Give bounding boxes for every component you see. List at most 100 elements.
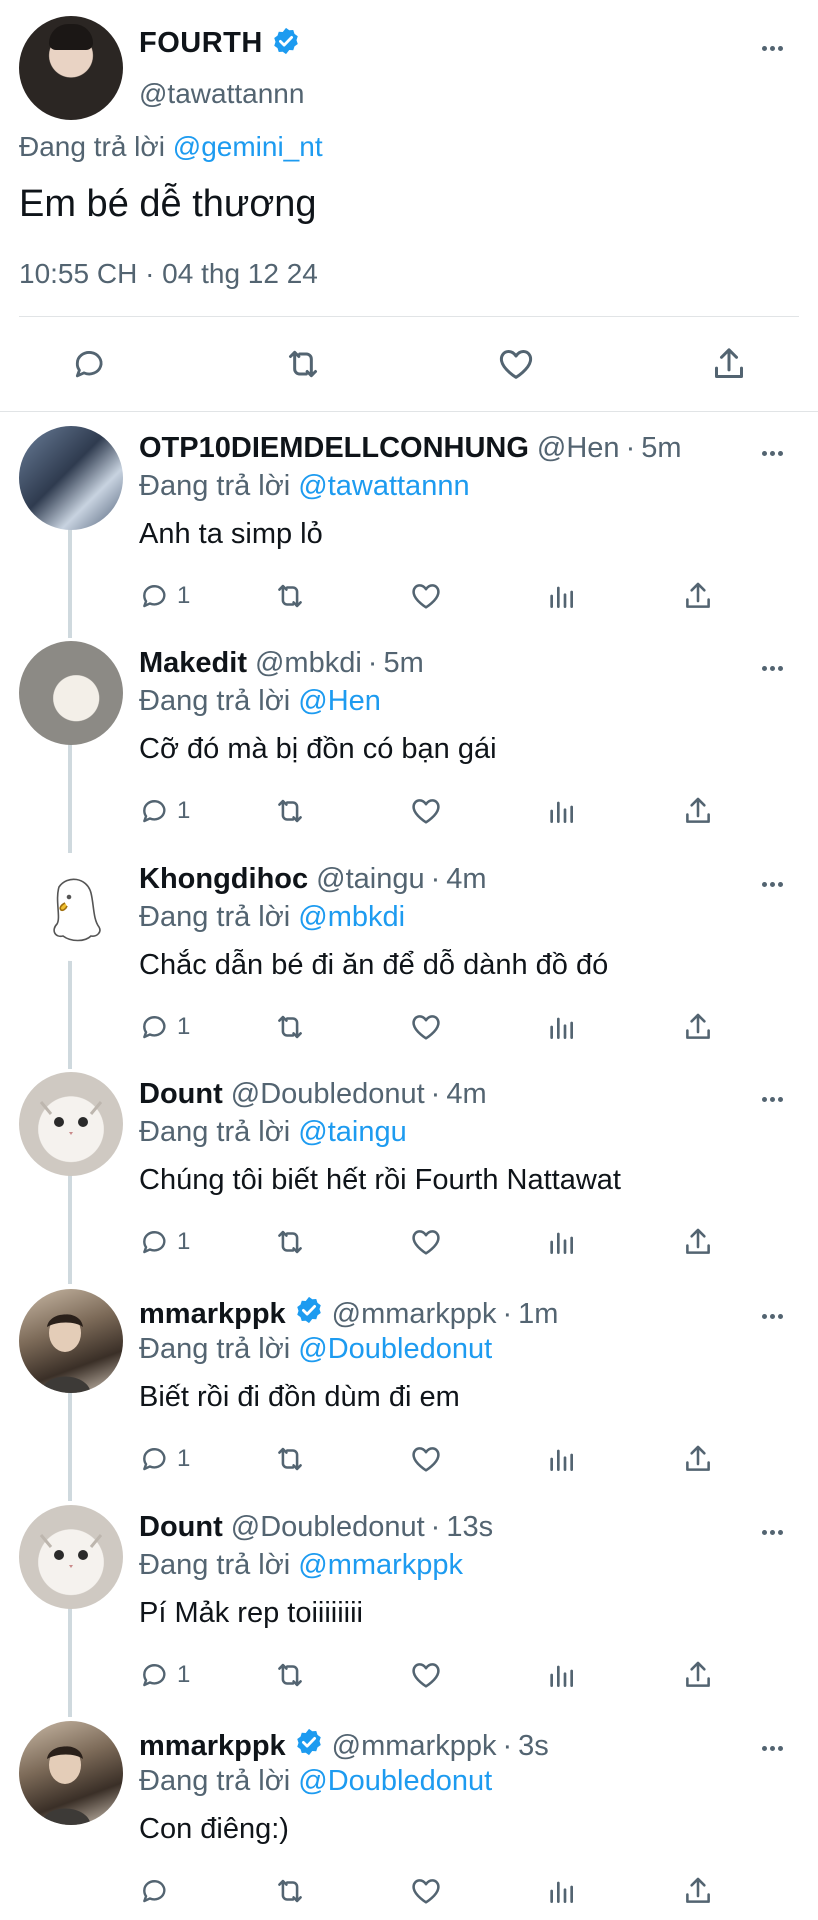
more-options-icon[interactable] [762, 658, 783, 678]
retweet-icon[interactable] [273, 1007, 307, 1047]
reply-actions-bar [139, 1871, 739, 1911]
reply-tweet[interactable]: Khongdihoc @taingu · 4m Đang trả lời @mb… [0, 847, 818, 1069]
reply-button[interactable] [139, 1871, 177, 1911]
replying-to-link[interactable]: @gemini_nt [173, 131, 323, 162]
retweet-icon[interactable] [273, 1655, 307, 1695]
like-icon[interactable] [409, 1007, 443, 1047]
reply-header: Dount @Doubledonut · 4m [139, 1078, 487, 1111]
analytics-icon[interactable] [545, 1871, 577, 1911]
replying-to-link[interactable]: @Hen [298, 685, 381, 717]
like-icon[interactable] [409, 1655, 443, 1695]
reply-button[interactable]: 1 [139, 791, 190, 831]
share-icon[interactable] [681, 1871, 715, 1911]
analytics-icon[interactable] [545, 576, 577, 616]
replying-to-link[interactable]: @mmarkppk [298, 1549, 463, 1581]
author-name[interactable]: mmarkppk [139, 1298, 286, 1331]
author-handle[interactable]: @mmarkppk [332, 1298, 497, 1331]
more-options-icon[interactable] [762, 1738, 783, 1758]
author-handle[interactable]: @taingu [316, 863, 424, 896]
avatar[interactable] [19, 426, 123, 530]
avatar[interactable] [19, 1721, 123, 1825]
replying-to-link[interactable]: @Doubledonut [298, 1765, 492, 1797]
like-icon[interactable] [409, 791, 443, 831]
replying-to-link[interactable]: @mbkdi [298, 901, 405, 933]
reply-tweet[interactable]: Dount @Doubledonut · 13s Đang trả lời @m… [0, 1495, 818, 1717]
reply-icon[interactable] [62, 336, 118, 392]
reply-time[interactable]: 13s [446, 1511, 493, 1544]
avatar[interactable] [19, 857, 123, 961]
replying-to-line: Đang trả lời @Doubledonut [139, 1765, 492, 1798]
like-icon[interactable] [409, 1222, 443, 1262]
retweet-icon[interactable] [273, 1439, 307, 1479]
retweet-icon[interactable] [273, 576, 307, 616]
author-name[interactable]: Khongdihoc [139, 863, 308, 896]
reply-tweet[interactable]: Dount @Doubledonut · 4m Đang trả lời @ta… [0, 1062, 818, 1284]
replying-to-link[interactable]: @tawattannn [298, 470, 469, 502]
share-icon[interactable] [681, 1655, 715, 1695]
share-icon[interactable] [701, 336, 757, 392]
author-name[interactable]: Makedit [139, 647, 247, 680]
reply-icon [143, 800, 166, 823]
reply-button[interactable]: 1 [139, 1655, 190, 1695]
more-options-icon[interactable] [762, 874, 783, 894]
analytics-icon[interactable] [545, 1222, 577, 1262]
author-name[interactable]: mmarkppk [139, 1730, 286, 1763]
reply-text: Chúng tôi biết hết rồi Fourth Nattawat [139, 1164, 621, 1196]
reply-text: Cỡ đó mà bị đồn có bạn gái [139, 733, 497, 765]
avatar[interactable] [19, 1505, 123, 1609]
author-handle[interactable]: @tawattannn [139, 78, 304, 110]
like-icon[interactable] [409, 1439, 443, 1479]
avatar[interactable] [19, 1072, 123, 1176]
avatar[interactable] [19, 1289, 123, 1393]
replying-to-link[interactable]: @Doubledonut [298, 1333, 492, 1365]
share-icon[interactable] [681, 1222, 715, 1262]
more-options-icon[interactable] [762, 38, 783, 58]
divider [19, 316, 799, 317]
reply-time[interactable]: 5m [383, 647, 423, 680]
author-name[interactable]: Dount [139, 1511, 223, 1544]
analytics-icon[interactable] [545, 1007, 577, 1047]
retweet-icon[interactable] [273, 1871, 307, 1911]
author-handle[interactable]: @Doubledonut [231, 1511, 425, 1544]
share-icon[interactable] [681, 1439, 715, 1479]
retweet-icon[interactable] [275, 336, 331, 392]
avatar[interactable] [19, 16, 123, 120]
reply-tweet[interactable]: mmarkppk @mmarkppk · 1m Đang trả lời @Do… [0, 1279, 818, 1501]
analytics-icon[interactable] [545, 1655, 577, 1695]
reply-tweet[interactable]: mmarkppk @mmarkppk · 3s Đang trả lời @Do… [0, 1711, 818, 1920]
reply-time[interactable]: 3s [518, 1730, 549, 1763]
analytics-icon[interactable] [545, 1439, 577, 1479]
more-options-icon[interactable] [762, 443, 783, 463]
reply-button[interactable]: 1 [139, 1439, 190, 1479]
reply-button[interactable]: 1 [139, 1007, 190, 1047]
like-icon[interactable] [409, 1871, 443, 1911]
replying-to-link[interactable]: @taingu [298, 1116, 406, 1148]
author-handle[interactable]: @mmarkppk [332, 1730, 497, 1763]
like-icon[interactable] [409, 576, 443, 616]
author-name[interactable]: OTP10DIEMDELLCONHUNG [139, 432, 529, 465]
more-options-icon[interactable] [762, 1089, 783, 1109]
author-handle[interactable]: @Doubledonut [231, 1078, 425, 1111]
reply-tweet[interactable]: OTP10DIEMDELLCONHUNG @Hen · 5m Đang trả … [0, 416, 818, 638]
reply-time[interactable]: 5m [641, 432, 681, 465]
more-options-icon[interactable] [762, 1522, 783, 1542]
reply-time[interactable]: 1m [518, 1298, 558, 1331]
share-icon[interactable] [681, 1007, 715, 1047]
retweet-icon[interactable] [273, 791, 307, 831]
like-icon[interactable] [488, 336, 544, 392]
share-icon[interactable] [681, 576, 715, 616]
retweet-icon[interactable] [273, 1222, 307, 1262]
reply-tweet[interactable]: Makedit @mbkdi · 5m Đang trả lời @Hen Cỡ… [0, 631, 818, 853]
author-name[interactable]: Dount [139, 1078, 223, 1111]
author-name[interactable]: FOURTH [139, 27, 263, 60]
author-handle[interactable]: @mbkdi [255, 647, 362, 680]
author-handle[interactable]: @Hen [537, 432, 620, 465]
reply-time[interactable]: 4m [446, 1078, 486, 1111]
analytics-icon[interactable] [545, 791, 577, 831]
reply-time[interactable]: 4m [446, 863, 486, 896]
avatar[interactable] [19, 641, 123, 745]
share-icon[interactable] [681, 791, 715, 831]
more-options-icon[interactable] [762, 1306, 783, 1326]
reply-button[interactable]: 1 [139, 576, 190, 616]
reply-button[interactable]: 1 [139, 1222, 190, 1262]
